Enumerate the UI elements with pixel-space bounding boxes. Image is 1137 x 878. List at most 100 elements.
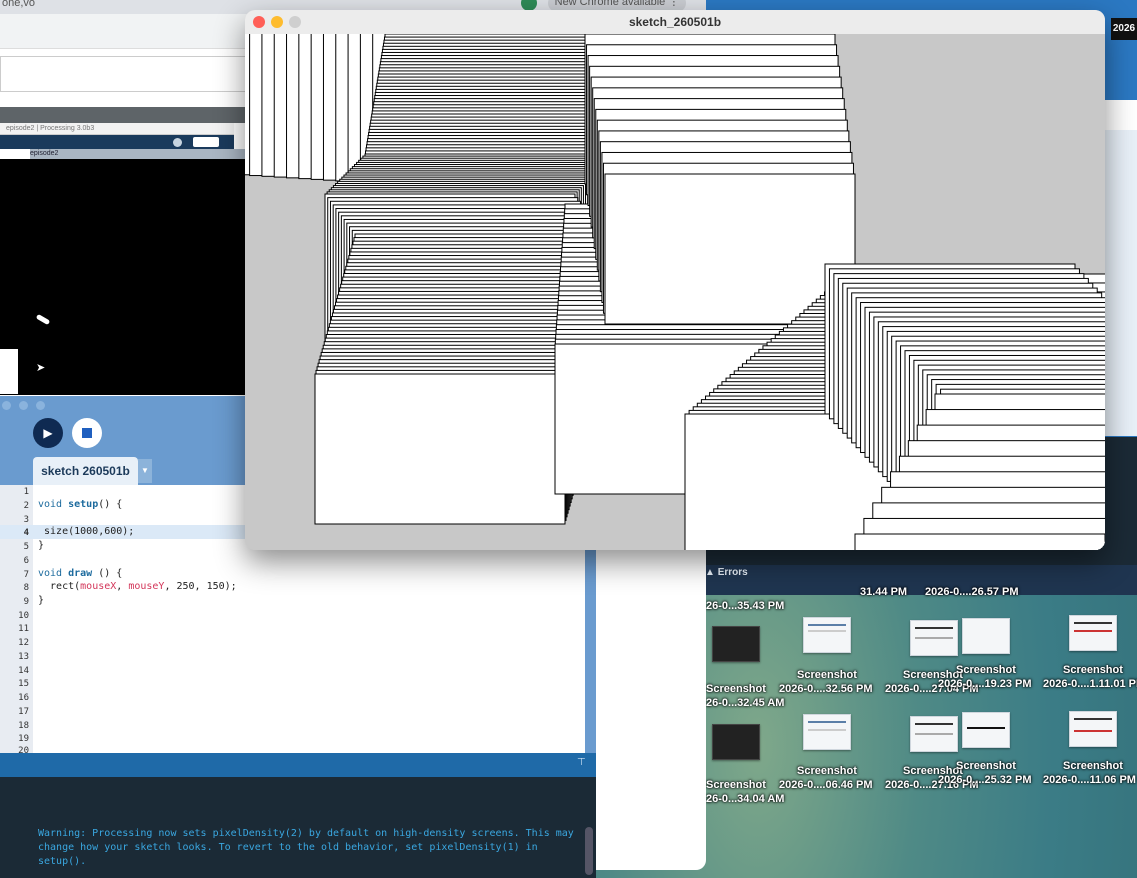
desktop-file-label-top: 31.44 PM — [860, 586, 908, 598]
function-name: draw — [68, 568, 93, 579]
sketch-titlebar: sketch_260501b — [245, 10, 1105, 35]
right-window-fragment — [1104, 100, 1137, 436]
desktop-file-name: Screenshot — [956, 664, 1016, 676]
sketch-window-title: sketch_260501b — [628, 15, 722, 29]
status-bar: ⊤ — [0, 753, 596, 777]
code-text: } — [38, 540, 45, 551]
nested-debug-icon[interactable] — [173, 138, 182, 147]
nested-window-toolbar — [0, 135, 234, 149]
tab-menu-icon[interactable]: ▼ — [138, 459, 152, 483]
right-window-fragment-top — [1104, 100, 1137, 130]
code-text: , 250, 150); — [164, 581, 237, 592]
page-dark-bar — [0, 107, 245, 123]
run-button[interactable]: ▶ — [33, 418, 63, 448]
nested-window-title: episode2 | Processing 3.0b3 — [0, 123, 234, 135]
line-number: 8 — [23, 583, 29, 593]
code-line: rect(mouseX, mouseY, 250, 150); — [38, 581, 237, 592]
desktop-file-label-top: 26-0...35.43 PM — [706, 600, 785, 612]
errors-tab[interactable]: ▲ Errors — [705, 567, 748, 578]
nested-tab-label: episode2 — [30, 150, 59, 157]
console-scrollbar[interactable] — [585, 827, 593, 875]
ide-window-dot[interactable] — [2, 401, 11, 410]
keyword: void — [38, 568, 63, 579]
line-number: 6 — [23, 556, 29, 566]
desktop-file-date: 2026-0....06.46 PM — [779, 779, 873, 791]
screenshot-thumbnail[interactable] — [962, 712, 1010, 748]
screenshot-thumbnail[interactable] — [1069, 711, 1117, 747]
browser-tab-title[interactable]: one,vo — [2, 0, 35, 9]
desktop-file-name: Screenshot — [706, 683, 766, 695]
code-text: rect( — [38, 581, 81, 592]
screenshot-thumbnail[interactable] — [803, 617, 851, 653]
code-line: } — [38, 540, 44, 551]
line-number: 12 — [18, 638, 29, 648]
code-text: size(1000,600); — [38, 526, 135, 537]
screenshot-thumbnail[interactable] — [712, 724, 760, 760]
line-number: 1 — [23, 487, 29, 497]
nested-mode-button[interactable] — [193, 137, 219, 147]
line-number: 20 — [18, 746, 29, 753]
screenshot-thumbnail[interactable] — [1069, 615, 1117, 651]
screenshot-thumbnail[interactable] — [910, 716, 958, 752]
desktop-file-date: 26-0...32.45 AM — [706, 697, 785, 709]
variable: mouseY — [128, 581, 165, 592]
desktop-file-date: 2026-0....1.11.01 PM — [1043, 678, 1137, 690]
ide-window-dot[interactable] — [19, 401, 28, 410]
trail-rect — [854, 533, 1105, 550]
desktop-file-name: Screenshot — [797, 765, 857, 777]
desktop-file-date: 26-0...34.04 AM — [706, 793, 785, 805]
sketch-tab-label: sketch 260501b — [41, 464, 130, 478]
chrome-update-label: New Chrome available — [554, 0, 666, 8]
line-number: 17 — [18, 707, 29, 717]
screenshot-thumbnail[interactable] — [962, 618, 1010, 654]
desktop-file-name: Screenshot — [706, 779, 766, 791]
line-number: 16 — [18, 693, 29, 703]
screenshot-thumbnail[interactable] — [910, 620, 958, 656]
code-text: } — [38, 595, 45, 606]
desktop-file-name: Screenshot — [797, 669, 857, 681]
console-collapse-icon[interactable]: ⊤ — [577, 757, 586, 768]
code-line: void draw () { — [38, 568, 122, 579]
desktop-file-date: 2026-0....19.23 PM — [938, 678, 1032, 690]
desktop-file-date: 2026-0....25.32 PM — [938, 774, 1032, 786]
nested-sketch-canvas: ➤ — [0, 159, 245, 395]
page-input-field[interactable] — [0, 56, 247, 92]
play-icon: ▶ — [43, 426, 53, 440]
code-text: , — [116, 581, 129, 592]
desktop-file-date: 2026-0....32.56 PM — [779, 683, 873, 695]
line-number: 13 — [18, 652, 29, 662]
stop-button[interactable] — [72, 418, 102, 448]
nested-white-block — [0, 349, 18, 394]
code-line: void setup() { — [38, 499, 122, 510]
stop-icon — [82, 428, 92, 438]
keyword: void — [38, 499, 63, 510]
trail-rect — [314, 373, 566, 525]
code-text: () { — [98, 499, 123, 510]
line-number: 10 — [18, 611, 29, 621]
sketch-canvas — [245, 34, 1105, 550]
screenshot-thumbnail[interactable] — [712, 626, 760, 662]
desktop-file-label-top: 2026-0....26.57 PM — [925, 586, 1019, 598]
code-line: size(1000,600); — [38, 526, 134, 537]
function-name: setup — [68, 499, 99, 510]
code-text: () { — [92, 568, 123, 579]
line-number: 9 — [23, 597, 29, 607]
code-line: } — [38, 595, 44, 606]
errors-strip — [700, 565, 1137, 595]
nested-tab[interactable]: episode2 — [30, 149, 245, 159]
variable: mouseX — [80, 581, 117, 592]
line-number: 5 — [23, 542, 29, 552]
line-number: 19 — [18, 734, 29, 744]
white-stroke — [35, 313, 51, 326]
errors-tab-label: Errors — [717, 567, 748, 578]
line-number: 18 — [18, 721, 29, 731]
line-number: 2 — [23, 501, 29, 511]
cursor-icon: ➤ — [36, 362, 46, 374]
line-number: 4 — [23, 528, 29, 538]
ide-window-dot[interactable] — [36, 401, 45, 410]
console-message: Warning: Processing now sets pixelDensit… — [38, 828, 574, 867]
sketch-tab[interactable]: sketch 260501b — [33, 457, 138, 485]
screenshot-thumbnail[interactable] — [803, 714, 851, 750]
line-number: 14 — [18, 666, 29, 676]
desktop-file-name: Screenshot — [1063, 760, 1123, 772]
